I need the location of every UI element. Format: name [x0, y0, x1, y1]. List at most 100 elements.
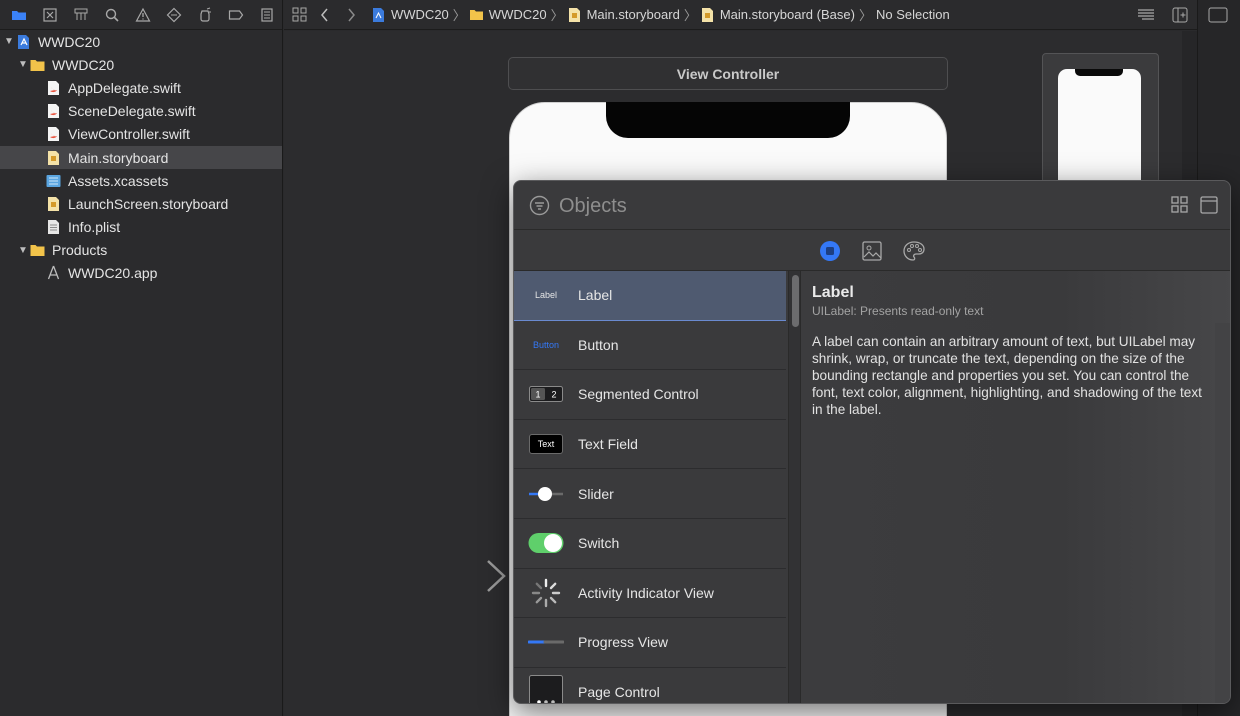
item-name: Label: [578, 287, 613, 304]
tree-item-group[interactable]: ▼ Products: [0, 239, 282, 262]
report-icon[interactable]: [251, 0, 282, 30]
storyboard-file-icon: [48, 150, 59, 165]
detail-view-icon[interactable]: [1199, 195, 1219, 215]
back-chevron-icon[interactable]: [312, 0, 338, 30]
breadcrumb-label: WWDC20: [488, 7, 547, 22]
tree-item-file[interactable]: WWDC20.app: [0, 262, 282, 285]
app-product-icon: [47, 266, 60, 280]
list-item-progress-view[interactable]: Progress View: [514, 618, 786, 668]
breakpoint-icon[interactable]: [220, 0, 251, 30]
source-control-icon[interactable]: [35, 0, 66, 30]
breadcrumb-separator-icon: 〉: [858, 8, 872, 23]
project-icon: [373, 7, 384, 22]
disclosure-triangle-icon[interactable]: ▼: [2, 36, 16, 47]
tree-item-file[interactable]: LaunchScreen.storyboard: [0, 192, 282, 215]
library-search-input[interactable]: [559, 192, 1139, 220]
detail-title: Label: [812, 284, 854, 301]
project-navigator: ▼ WWDC20 ▼ WWDC20 AppDelegate.swift Scen…: [0, 0, 283, 716]
scene-minimap[interactable]: [1042, 53, 1159, 194]
storyboard-file-icon: [701, 7, 713, 22]
list-item-activity-indicator[interactable]: Activity Indicator View: [514, 569, 786, 619]
colors-tab-icon[interactable]: [902, 239, 926, 263]
tree-item-label: WWDC20.app: [68, 265, 158, 282]
breadcrumb-localization[interactable]: Main.storyboard (Base): [701, 7, 855, 22]
storyboard-file-icon: [568, 7, 580, 22]
storyboard-file-icon: [48, 196, 59, 211]
list-item-button[interactable]: Button Button: [514, 321, 786, 371]
tree-item-label: WWDC20: [52, 56, 115, 73]
svg-text:1: 1: [535, 390, 540, 400]
jump-bar-right-controls: [1129, 0, 1197, 30]
issue-warning-icon[interactable]: [128, 0, 159, 30]
breadcrumb-group[interactable]: WWDC20: [469, 7, 547, 22]
list-item-label[interactable]: Label Label: [514, 271, 786, 321]
tree-item-label: ViewController.swift: [68, 126, 190, 143]
thumbnail-text: Label: [534, 290, 558, 301]
tree-item-file[interactable]: Info.plist: [0, 216, 282, 239]
item-name: Button: [578, 336, 619, 353]
asset-catalog-icon: [46, 174, 61, 187]
tree-item-file[interactable]: SceneDelegate.swift: [0, 100, 282, 123]
segmented-control-thumbnail: 12: [514, 374, 578, 414]
item-name: Text Field: [578, 436, 638, 453]
breadcrumb-label: Main.storyboard (Base): [719, 7, 855, 22]
test-diamond-icon[interactable]: [158, 0, 189, 30]
filter-icon[interactable]: [529, 195, 550, 216]
list-item-switch[interactable]: Switch: [514, 519, 786, 569]
disclosure-triangle-icon[interactable]: ▼: [16, 59, 30, 70]
slider-thumbnail: [514, 474, 578, 514]
media-tab-icon[interactable]: [860, 239, 884, 263]
grid-view-icon[interactable]: [1170, 195, 1190, 215]
breadcrumb-label: No Selection: [875, 7, 950, 22]
object-detail-pane: Label UILabel: Presents read-only text A…: [801, 271, 1230, 703]
page-control-thumbnail: [514, 672, 578, 703]
tree-item-file-selected[interactable]: Main.storyboard: [0, 145, 282, 170]
activity-indicator-thumbnail: [514, 573, 578, 613]
breadcrumb-file[interactable]: Main.storyboard: [568, 7, 680, 22]
list-item-segmented-control[interactable]: 12 Segmented Control: [514, 370, 786, 420]
symbol-hierarchy-icon[interactable]: [66, 0, 97, 30]
add-editor-icon[interactable]: [1163, 0, 1197, 30]
tree-item-project[interactable]: ▼ WWDC20: [0, 30, 282, 53]
list-item-page-control[interactable]: Page Control: [514, 668, 786, 703]
tree-item-file[interactable]: ViewController.swift: [0, 123, 282, 146]
swift-file-icon: [48, 80, 59, 95]
folder-icon[interactable]: [4, 0, 35, 30]
object-list[interactable]: Label Label Button Button 12 Segmented C…: [514, 271, 786, 703]
swift-file-icon: [48, 127, 59, 142]
detail-description: A label can contain an arbitrary amount …: [812, 334, 1202, 417]
list-item-slider[interactable]: Slider: [514, 469, 786, 519]
scene-title-bar[interactable]: View Controller: [508, 57, 948, 90]
breadcrumb-project[interactable]: WWDC20: [372, 7, 449, 22]
find-icon[interactable]: [97, 0, 128, 30]
initial-view-controller-arrow-icon[interactable]: [404, 558, 508, 594]
tree-item-label: WWDC20: [38, 33, 101, 50]
disclosure-triangle-icon[interactable]: ▼: [16, 245, 30, 256]
breadcrumb-selection[interactable]: No Selection: [876, 7, 950, 22]
label-thumbnail: Label: [514, 275, 578, 315]
object-list-scrollbar[interactable]: [788, 271, 801, 703]
breadcrumb-label: Main.storyboard: [586, 7, 680, 22]
button-thumbnail: Button: [514, 325, 578, 365]
project-icon: [18, 34, 29, 49]
related-items-grid-icon[interactable]: [286, 0, 312, 30]
thumbnail-text: Button: [532, 339, 560, 350]
item-name: Page Control: [578, 684, 660, 701]
detail-scrollbar[interactable]: [1215, 323, 1230, 703]
inspector-toggle-icon[interactable]: [1208, 7, 1228, 23]
scrollbar-thumb[interactable]: [792, 275, 799, 327]
debug-gauge-icon[interactable]: [189, 0, 220, 30]
svg-text:2: 2: [551, 390, 556, 400]
tree-item-file[interactable]: AppDelegate.swift: [0, 76, 282, 99]
editor-options-lines-icon[interactable]: [1129, 0, 1163, 30]
tree-item-label: Main.storyboard: [68, 149, 169, 166]
forward-chevron-icon[interactable]: [338, 0, 364, 30]
list-item-text-field[interactable]: Text Text Field: [514, 420, 786, 470]
tree-item-group[interactable]: ▼ WWDC20: [0, 53, 282, 76]
detail-subtitle: UILabel: Presents read-only text: [812, 304, 984, 318]
objects-tab-icon[interactable]: [818, 239, 842, 263]
tree-item-file[interactable]: Assets.xcassets: [0, 169, 282, 192]
switch-thumbnail: [514, 523, 578, 563]
tree-item-label: Assets.xcassets: [68, 172, 169, 189]
folder-icon: [30, 245, 45, 257]
